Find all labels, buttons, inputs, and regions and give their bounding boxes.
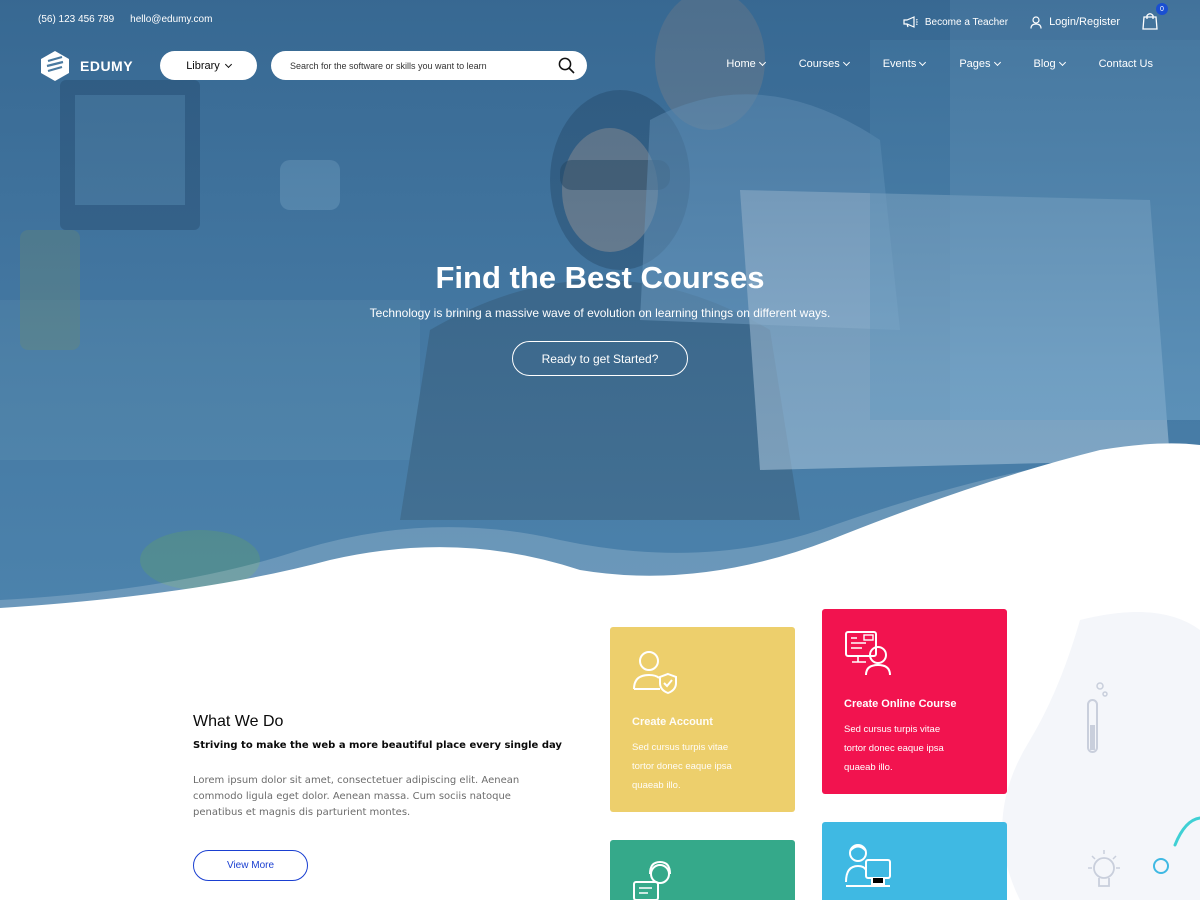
become-teacher-label: Become a Teacher <box>924 16 1009 28</box>
hero-subtitle: Technology is brining a massive wave of … <box>369 306 831 320</box>
card-title: Create Account <box>632 716 713 728</box>
email-address[interactable]: hello@edumy.com <box>130 14 212 25</box>
feature-card-computer-user[interactable] <box>822 822 1007 900</box>
hero-title: Find the Best Courses <box>435 260 765 295</box>
hero-section: (56) 123 456 789 hello@edumy.com Become … <box>0 0 1200 610</box>
computer-user-icon <box>845 844 891 887</box>
chevron-down-icon <box>1058 58 1066 67</box>
card-description: Sed cursus turpis vitae tortor donec eaq… <box>844 724 944 773</box>
test-tube-icon <box>1087 682 1108 753</box>
what-we-do-section: What We Do Striving to make the web a mo… <box>193 713 573 821</box>
search-icon[interactable] <box>558 57 575 74</box>
megaphone-icon <box>903 16 918 28</box>
menu-item-contact[interactable]: Contact Us <box>1099 58 1153 70</box>
phone-number[interactable]: (56) 123 456 789 <box>38 14 114 25</box>
cart-count-badge: 0 <box>1156 3 1168 15</box>
menu-label: Home <box>726 58 756 70</box>
section-body: Lorem ipsum dolor sit amet, consectetuer… <box>193 775 520 818</box>
support-agent-icon <box>633 860 671 900</box>
brand-name: EDUMY <box>80 58 134 74</box>
edumy-logo-icon <box>41 51 69 81</box>
feature-card-support[interactable] <box>610 840 795 900</box>
chevron-down-icon <box>842 58 850 67</box>
search-bar <box>271 51 587 80</box>
brand-logo[interactable]: EDUMY <box>38 49 133 83</box>
library-label: Library <box>186 59 220 72</box>
shopping-bag-icon <box>1142 13 1158 30</box>
chevron-down-icon <box>919 58 927 67</box>
feature-card-create-account[interactable]: Create Account Sed cursus turpis vitae t… <box>610 627 795 812</box>
section-subtitle: Striving to make the web a more beautifu… <box>193 740 562 751</box>
card-title: Create Online Course <box>844 698 957 710</box>
user-shield-icon <box>633 651 677 695</box>
user-icon <box>1030 15 1042 29</box>
get-started-button[interactable]: Ready to get Started? <box>512 341 688 376</box>
menu-item-events[interactable]: Events <box>882 58 927 70</box>
contact-info: (56) 123 456 789 hello@edumy.com <box>38 14 212 25</box>
chevron-down-icon <box>758 58 766 67</box>
section-title: What We Do <box>193 713 284 730</box>
card-description: Sed cursus turpis vitae tortor donec eaq… <box>632 742 732 791</box>
chevron-down-icon <box>993 58 1001 67</box>
chevron-down-icon <box>224 60 232 68</box>
menu-label: Events <box>882 58 917 70</box>
hero-wave-divider <box>0 443 1200 610</box>
cart-button[interactable]: 0 <box>1142 3 1168 32</box>
login-register-link[interactable]: Login/Register <box>1030 15 1120 29</box>
top-bar: (56) 123 456 789 hello@edumy.com Become … <box>0 0 1200 42</box>
search-input[interactable] <box>290 60 558 71</box>
menu-item-home[interactable]: Home <box>726 58 766 70</box>
main-menu: Home Courses Events Pages Blog Contact U… <box>692 58 1153 70</box>
library-dropdown[interactable]: Library <box>160 51 257 80</box>
feature-card-create-online-course[interactable]: Create Online Course Sed cursus turpis v… <box>822 609 1007 794</box>
decorative-squiggle <box>1153 816 1200 874</box>
light-bulb-icon <box>1088 850 1120 887</box>
main-navbar: EDUMY Library Home Courses Events Pages … <box>0 46 1200 86</box>
menu-item-courses[interactable]: Courses <box>798 58 850 70</box>
online-course-icon <box>845 631 891 676</box>
menu-label: Contact Us <box>1098 58 1153 70</box>
view-more-button[interactable]: View More <box>193 850 308 881</box>
top-actions: Become a Teacher Login/Register 0 <box>903 3 1168 32</box>
menu-label: Pages <box>959 58 991 70</box>
login-register-label: Login/Register <box>1049 16 1120 28</box>
menu-item-pages[interactable]: Pages <box>959 58 1001 70</box>
menu-label: Blog <box>1033 58 1056 70</box>
menu-item-blog[interactable]: Blog <box>1033 58 1066 70</box>
become-teacher-link[interactable]: Become a Teacher <box>903 16 1008 28</box>
menu-label: Courses <box>798 58 840 70</box>
